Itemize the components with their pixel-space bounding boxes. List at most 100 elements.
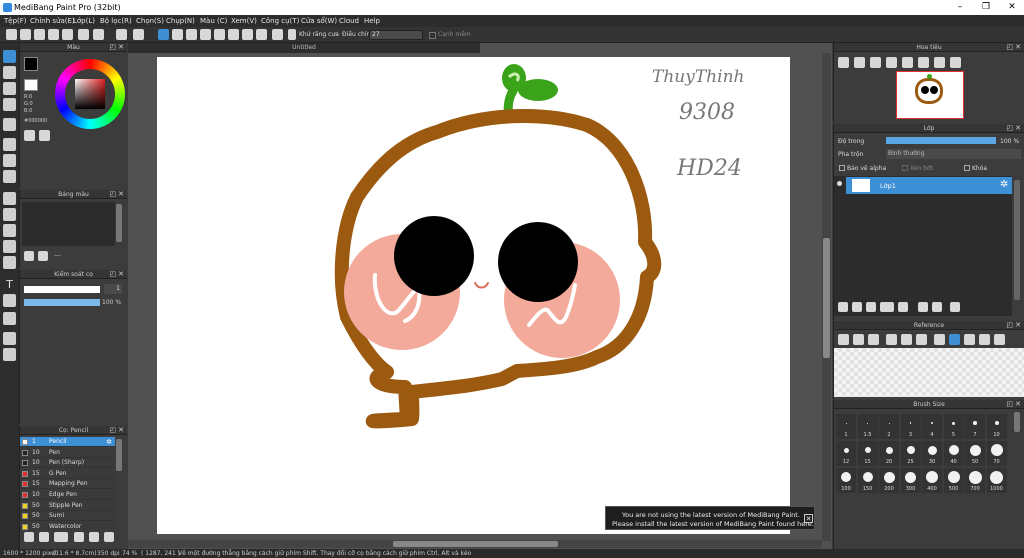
brush-size-input[interactable]: 1 xyxy=(104,284,122,294)
close-icon[interactable]: ✕ xyxy=(118,270,124,279)
brush-size-option[interactable]: 1.5 xyxy=(857,414,878,439)
lock-checkbox[interactable] xyxy=(964,165,970,171)
ref-rotate-left-icon[interactable] xyxy=(964,334,975,345)
close-icon[interactable]: ✕ xyxy=(1015,43,1021,52)
brush-size-option[interactable]: 4 xyxy=(922,414,942,439)
drawing-canvas[interactable]: ThuyThinh 9308 HD24 xyxy=(157,57,790,534)
new-file-icon[interactable] xyxy=(6,29,17,40)
brush-size-option[interactable]: 150 xyxy=(857,468,878,493)
snap-circle-icon[interactable] xyxy=(228,29,239,40)
ref-flip-icon[interactable] xyxy=(979,334,990,345)
operation-tool-icon[interactable] xyxy=(3,294,16,307)
brush-size-option[interactable]: 20 xyxy=(879,441,899,466)
ref-open-icon[interactable] xyxy=(838,334,849,345)
menu-color[interactable]: Màu (C) xyxy=(200,17,227,25)
close-button[interactable]: ✕ xyxy=(1006,2,1018,13)
eyedropper-icon[interactable] xyxy=(3,332,16,345)
hue-wheel[interactable] xyxy=(55,59,125,129)
hand-tool-icon[interactable] xyxy=(3,348,16,361)
float-icon[interactable]: ◰ xyxy=(109,43,116,52)
menu-cloud[interactable]: Cloud xyxy=(339,17,359,25)
foreground-color-swatch[interactable] xyxy=(24,57,38,71)
maximize-button[interactable]: ❐ xyxy=(980,2,992,13)
redo-icon[interactable] xyxy=(133,29,144,40)
edge-checkbox[interactable] xyxy=(429,32,436,39)
fill-rect-icon[interactable] xyxy=(3,138,16,151)
update-notification[interactable]: You are not using the latest version of … xyxy=(605,506,815,530)
brush-size-option[interactable]: 1000 xyxy=(986,468,1007,493)
layer-visibility-icon[interactable] xyxy=(837,181,842,186)
vertical-scroll-thumb[interactable] xyxy=(823,238,830,358)
flip-icon[interactable] xyxy=(934,57,945,68)
close-icon[interactable]: ✕ xyxy=(118,426,124,435)
snap-curve-icon[interactable] xyxy=(242,29,253,40)
brush-size-option[interactable]: 5 xyxy=(943,414,964,439)
blend-select[interactable]: Bình thường xyxy=(886,149,1021,159)
antialias-checkbox[interactable] xyxy=(288,29,296,40)
color-settings-icon[interactable] xyxy=(39,130,50,141)
snap-settings-icon[interactable] xyxy=(256,29,267,40)
text-tool-icon[interactable]: T xyxy=(3,278,16,291)
open-file-icon[interactable] xyxy=(20,29,31,40)
zoom-in-icon[interactable] xyxy=(838,57,849,68)
brush-settings-icon[interactable]: ✲ xyxy=(106,437,112,447)
menu-layer[interactable]: Lớp(L) xyxy=(73,17,95,25)
float-icon[interactable]: ◰ xyxy=(1006,124,1013,133)
brush-folder-icon[interactable] xyxy=(39,532,49,542)
new-layer-icon[interactable] xyxy=(838,302,848,312)
brush-folder2-icon[interactable] xyxy=(74,532,84,542)
brush-item[interactable]: 10 Pen (Sharp) xyxy=(20,458,115,469)
grid-icon[interactable] xyxy=(62,29,73,40)
minimize-button[interactable]: – xyxy=(954,2,966,13)
save-icon[interactable] xyxy=(48,29,59,40)
layout-icon[interactable] xyxy=(78,29,89,40)
float-icon[interactable]: ◰ xyxy=(1006,321,1013,330)
brush-size-option[interactable]: 500 xyxy=(943,468,964,493)
brush-delete-icon[interactable] xyxy=(104,532,114,542)
ref-rotate-right-icon[interactable] xyxy=(994,334,1005,345)
horizontal-scroll-thumb[interactable] xyxy=(393,541,558,547)
delete-layer-icon[interactable] xyxy=(950,302,960,312)
vertical-scrollbar[interactable] xyxy=(822,53,831,541)
gradient-tool-icon[interactable] xyxy=(3,170,16,183)
fit-icon[interactable] xyxy=(870,57,881,68)
snap-off-icon[interactable] xyxy=(158,29,169,40)
close-icon[interactable]: ✕ xyxy=(118,43,124,52)
zoom-out-icon[interactable] xyxy=(854,57,865,68)
reference-preview[interactable] xyxy=(834,348,1024,397)
brush-size-scrollbar[interactable] xyxy=(1014,412,1020,432)
menu-view[interactable]: Xem(V) xyxy=(231,17,257,25)
snap-parallel-icon[interactable] xyxy=(172,29,183,40)
brush-size-option[interactable]: 100 xyxy=(836,468,856,493)
ref-hand-icon[interactable] xyxy=(949,334,960,345)
snap-cross-icon[interactable] xyxy=(186,29,197,40)
notification-close-icon[interactable]: ✕ xyxy=(804,514,813,523)
snap-radial-icon[interactable] xyxy=(214,29,225,40)
merge-layer-icon[interactable] xyxy=(932,302,942,312)
close-icon[interactable]: ✕ xyxy=(118,190,124,199)
brush-tool-icon[interactable] xyxy=(3,98,16,111)
new-layer-8bit-icon[interactable] xyxy=(852,302,862,312)
move-tool-icon[interactable] xyxy=(3,118,16,131)
menu-edit[interactable]: Chỉnh sửa(E) xyxy=(30,17,75,25)
select-tool-icon[interactable] xyxy=(3,192,16,205)
layer-row[interactable]: Lớp1 ✲ xyxy=(846,177,1012,194)
select-pen-icon[interactable] xyxy=(3,240,16,253)
float-icon[interactable]: ◰ xyxy=(1006,43,1013,52)
pen-tool-icon[interactable] xyxy=(3,50,16,63)
layer-menu-icon[interactable] xyxy=(880,302,894,312)
brush-size-option[interactable]: 70 xyxy=(986,441,1007,466)
brush-size-option[interactable]: 10 xyxy=(986,414,1007,439)
brush-scrollbar[interactable] xyxy=(116,439,122,471)
brush-size-option[interactable]: 40 xyxy=(943,441,964,466)
layer-scrollbar[interactable] xyxy=(1014,180,1020,300)
brush-size-option[interactable]: 200 xyxy=(879,468,899,493)
brush-size-option[interactable]: 3 xyxy=(900,414,921,439)
lasso-tool-icon[interactable] xyxy=(3,208,16,221)
brush-size-slider[interactable] xyxy=(24,286,100,293)
float-icon[interactable]: ◰ xyxy=(109,270,116,279)
rect-tool-icon[interactable] xyxy=(3,82,16,95)
brush-menu-icon[interactable] xyxy=(54,532,68,542)
brush-item[interactable]: 50 Watercolor xyxy=(20,521,115,530)
brush-size-option[interactable]: 15 xyxy=(857,441,878,466)
